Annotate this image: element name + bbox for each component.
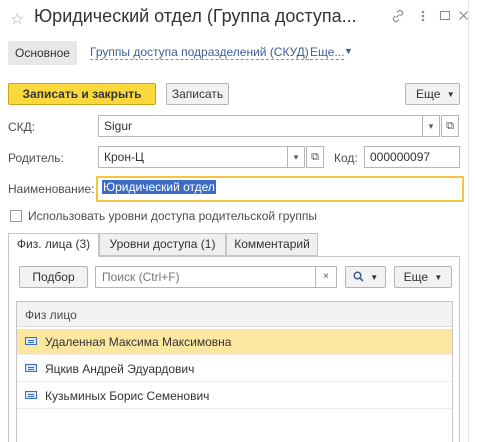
- parent-field[interactable]: Крон-Ц: [98, 146, 288, 168]
- more-menu-label: Еще: [416, 87, 441, 101]
- row-name: Кузьминых Борис Семенович: [45, 389, 210, 403]
- search-icon: [353, 271, 364, 282]
- card-icon: [25, 337, 37, 345]
- row-name: Удаленная Максима Максимовна: [45, 335, 232, 349]
- row-name: Яцкив Андрей Эдуардович: [45, 362, 195, 376]
- individuals-table: Физ лицо Удаленная Максима Максимовна Яц…: [16, 301, 453, 442]
- maximize-icon[interactable]: [439, 9, 451, 25]
- column-header-individual[interactable]: Физ лицо: [17, 302, 452, 327]
- name-label: Наименование:: [8, 182, 95, 196]
- window-title: Юридический отдел (Группа доступа...: [34, 6, 357, 26]
- name-value: Юридический отдел: [102, 180, 216, 194]
- parent-label: Родитель:: [8, 151, 64, 165]
- form-navigation: Основное Группы доступа подразделений (С…: [0, 36, 477, 68]
- table-more-button[interactable]: Еще ▼: [394, 266, 452, 288]
- table-more-label: Еще: [403, 270, 429, 284]
- open-icon[interactable]: ⧉: [306, 146, 324, 168]
- tab-individuals[interactable]: Физ. лица (3): [8, 233, 99, 257]
- open-icon[interactable]: ⧉: [441, 115, 459, 137]
- pick-button[interactable]: Подбор: [19, 266, 88, 288]
- card-icon: [25, 364, 37, 372]
- clear-search-icon[interactable]: ×: [315, 266, 337, 288]
- card-icon: [25, 391, 37, 399]
- code-field[interactable]: 000000097: [364, 146, 460, 168]
- chevron-down-icon: ▼: [446, 90, 455, 99]
- table-row[interactable]: Кузьминых Борис Семенович: [17, 383, 452, 409]
- more-icon[interactable]: [421, 9, 425, 27]
- dropdown-chevron-icon[interactable]: ▾: [422, 115, 440, 137]
- nav-more-link[interactable]: Еще...: [310, 46, 345, 60]
- nav-link-access-groups[interactable]: Группы доступа подразделений (СКУД): [90, 46, 309, 60]
- title-bar: ☆ Юридический отдел (Группа доступа...: [0, 0, 477, 36]
- chevron-down-icon[interactable]: ▼: [344, 46, 353, 56]
- star-icon[interactable]: ☆: [10, 9, 24, 29]
- code-label: Код:: [334, 151, 358, 165]
- link-icon[interactable]: [391, 9, 405, 27]
- tab-access-levels[interactable]: Уровни доступа (1): [99, 233, 226, 256]
- chevron-down-icon: ▼: [434, 273, 443, 282]
- skd-field[interactable]: Sigur: [98, 115, 423, 137]
- tab-comment[interactable]: Комментарий: [226, 233, 318, 256]
- window-edge-divider: [468, 0, 469, 442]
- table-row[interactable]: Удаленная Максима Максимовна: [17, 329, 452, 355]
- search-button[interactable]: ▼: [345, 266, 386, 288]
- chevron-down-icon: ▼: [370, 273, 379, 282]
- search-input[interactable]: [95, 266, 316, 288]
- more-menu-button[interactable]: Еще ▼: [405, 83, 460, 105]
- use-parent-levels-checkbox[interactable]: [10, 210, 22, 222]
- name-field[interactable]: Юридический отдел: [96, 176, 464, 202]
- dropdown-chevron-icon[interactable]: ▾: [287, 146, 305, 168]
- use-parent-levels-label: Использовать уровни доступа родительской…: [28, 209, 317, 223]
- skd-label: СКД:: [8, 120, 36, 134]
- save-button[interactable]: Записать: [166, 83, 229, 105]
- nav-main-tab[interactable]: Основное: [8, 41, 77, 65]
- table-row[interactable]: Яцкив Андрей Эдуардович: [17, 356, 452, 382]
- save-and-close-button[interactable]: Записать и закрыть: [8, 83, 156, 105]
